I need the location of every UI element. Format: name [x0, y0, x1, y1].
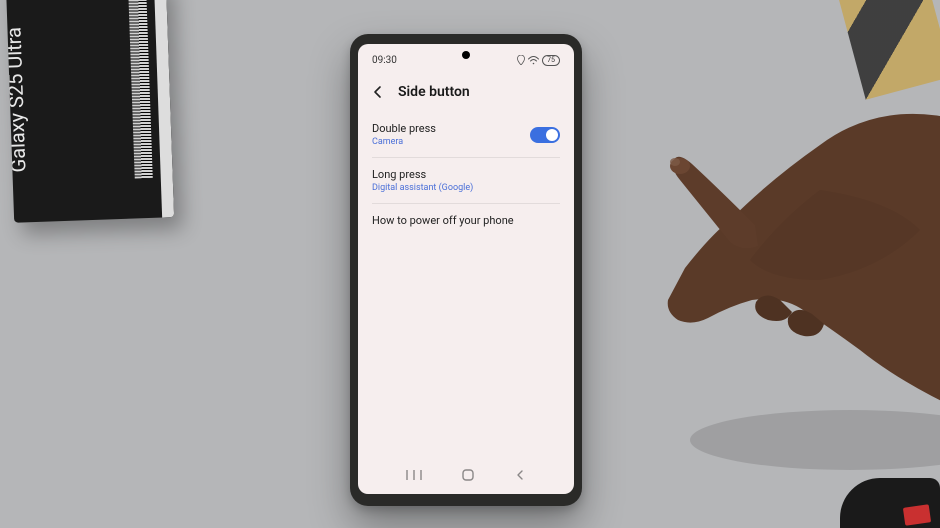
background-object	[903, 504, 931, 525]
phone-device: 09:30 75 Side button Double press Camera	[350, 34, 582, 506]
setting-double-press[interactable]: Double press Camera	[372, 114, 560, 155]
chevron-left-icon	[371, 85, 385, 99]
hand	[520, 50, 940, 480]
page-title: Side button	[398, 84, 470, 100]
status-icons: 75	[517, 55, 560, 66]
location-icon	[517, 55, 525, 65]
status-bar: 09:30 75	[358, 50, 574, 70]
barcode	[128, 0, 152, 178]
setting-title: How to power off your phone	[372, 214, 560, 227]
header: Side button	[358, 74, 574, 110]
box-side	[154, 0, 174, 218]
back-nav-button[interactable]	[514, 467, 526, 486]
back-icon	[514, 468, 526, 482]
wifi-icon	[528, 56, 539, 65]
divider	[372, 203, 560, 204]
home-icon	[461, 468, 475, 482]
product-box: Galaxy S25 Ultra	[6, 0, 174, 223]
back-button[interactable]	[368, 82, 388, 102]
recents-icon	[406, 468, 422, 482]
setting-subtitle: Digital assistant (Google)	[372, 183, 560, 193]
setting-long-press[interactable]: Long press Digital assistant (Google)	[372, 160, 560, 201]
settings-list: Double press Camera Long press Digital a…	[358, 114, 574, 235]
recents-button[interactable]	[406, 467, 422, 486]
battery-indicator: 75	[542, 55, 560, 66]
navigation-bar	[358, 464, 574, 488]
double-press-toggle[interactable]	[530, 127, 560, 143]
divider	[372, 157, 560, 158]
product-name-label: Galaxy S25 Ultra	[6, 27, 31, 173]
home-button[interactable]	[461, 467, 475, 486]
clock: 09:30	[372, 55, 397, 66]
setting-power-off[interactable]: How to power off your phone	[372, 206, 560, 235]
phone-screen: 09:30 75 Side button Double press Camera	[358, 44, 574, 494]
setting-title: Long press	[372, 168, 560, 181]
background-object	[837, 0, 940, 100]
